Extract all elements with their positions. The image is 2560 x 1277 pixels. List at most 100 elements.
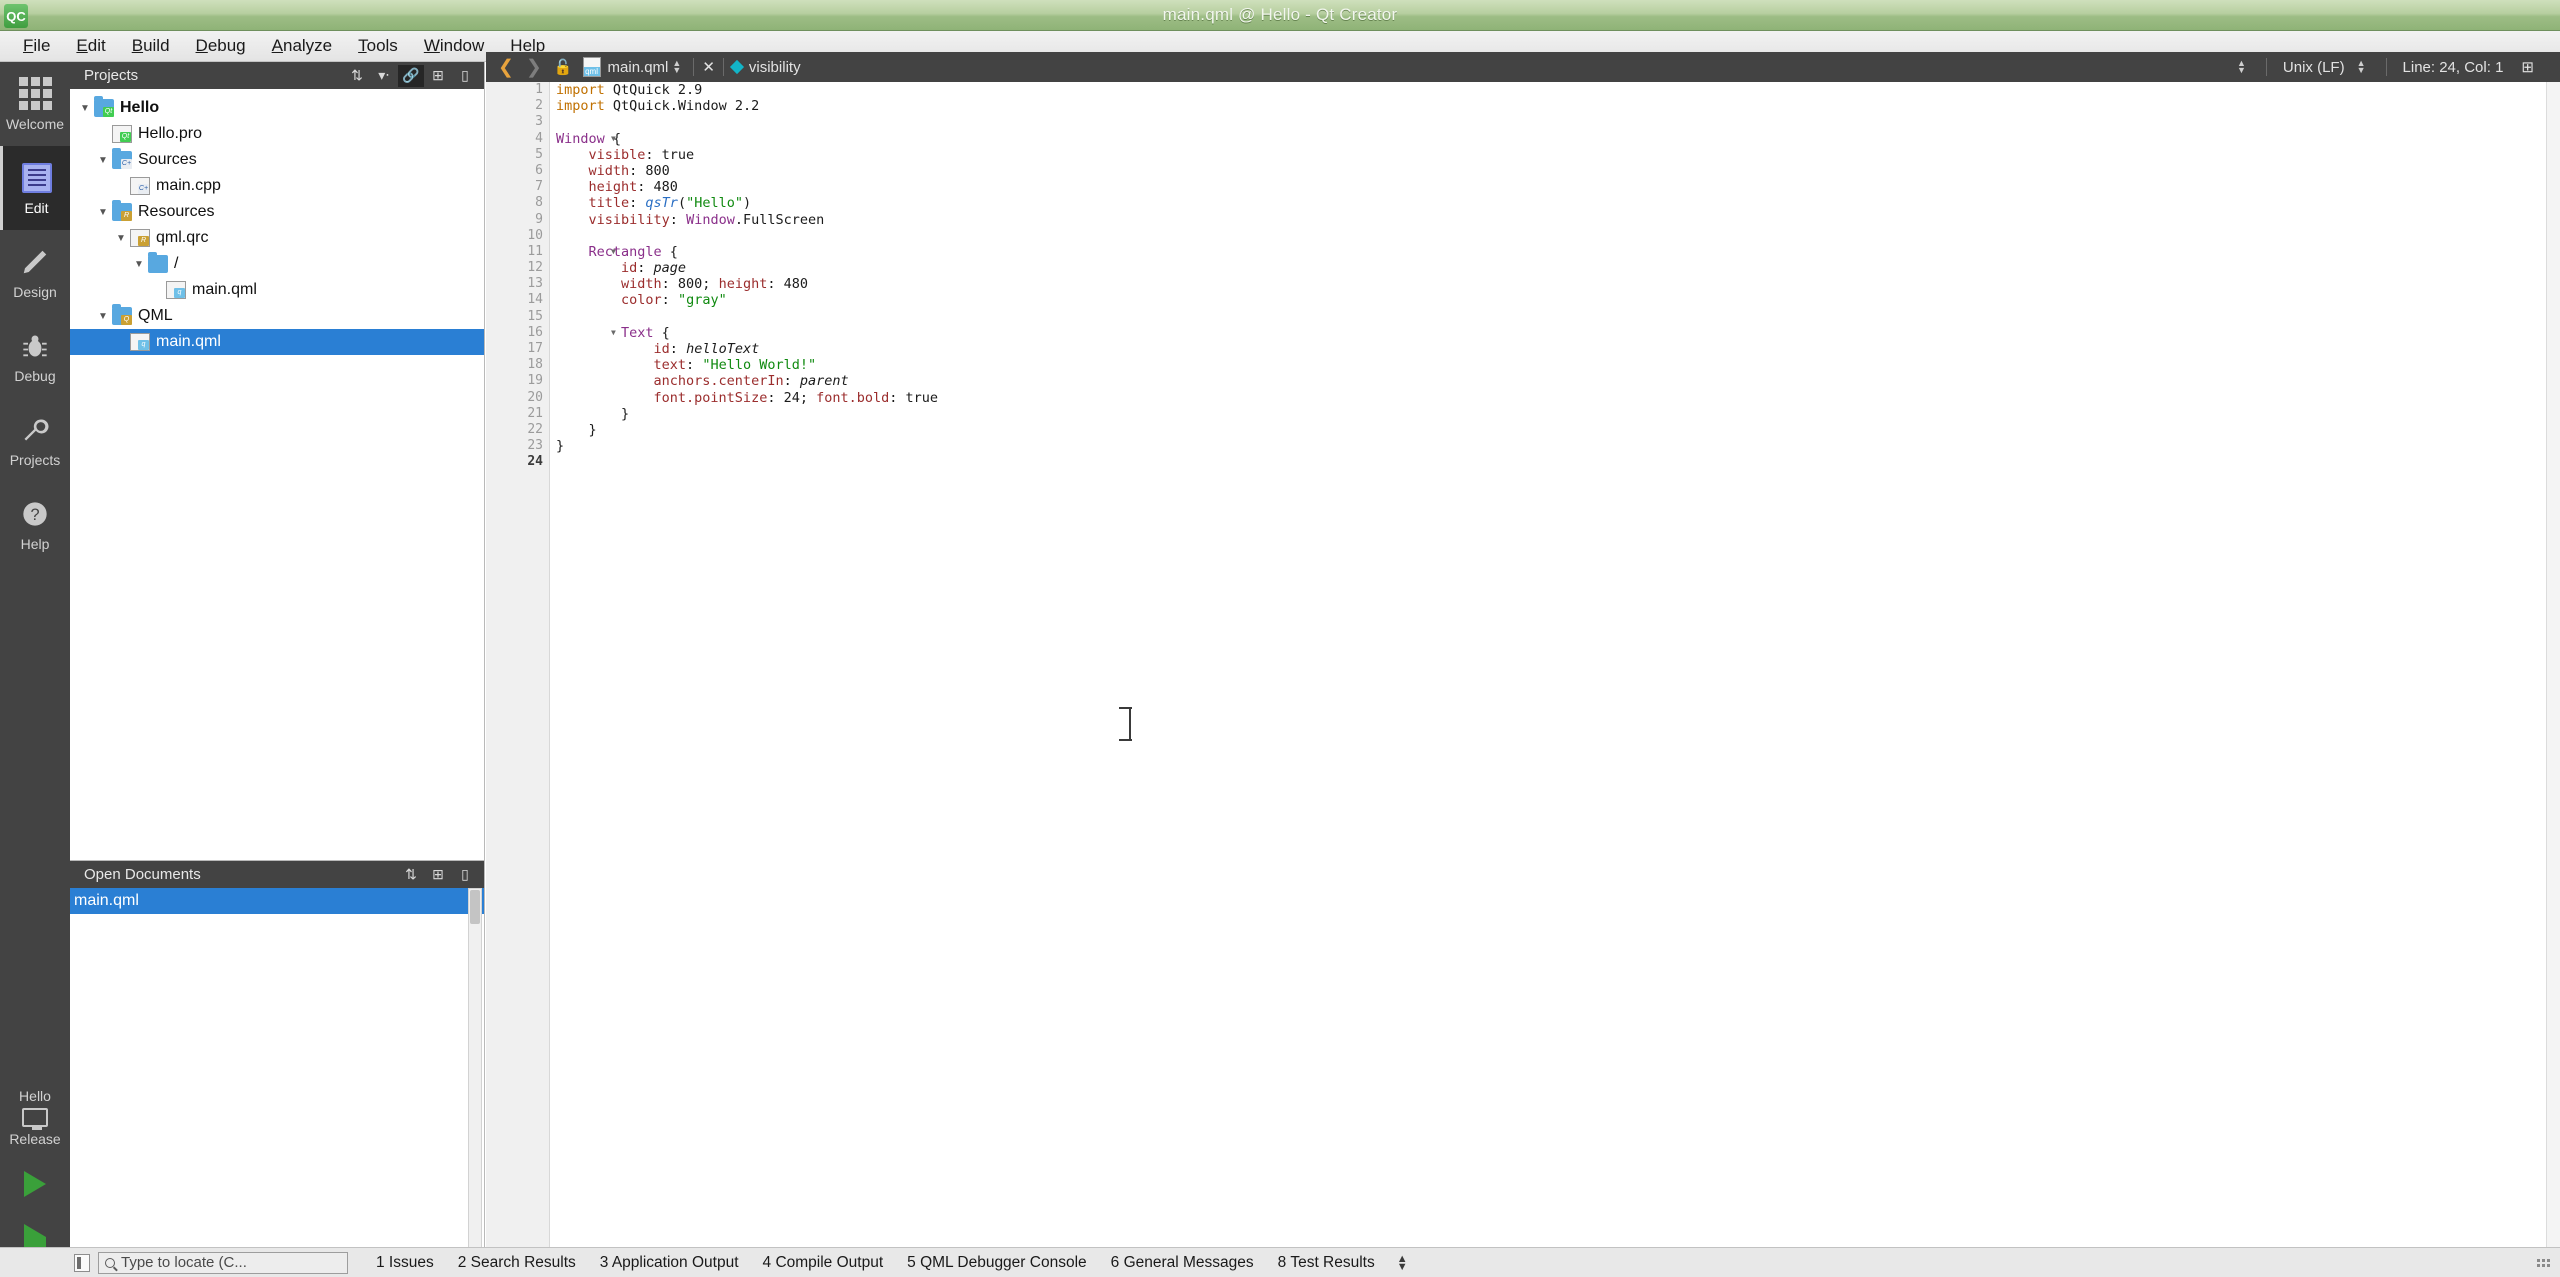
output-pane-general-messages[interactable]: 6 General Messages bbox=[1099, 1254, 1266, 1271]
tree-item-resources[interactable]: ▼ R Resources bbox=[70, 199, 484, 225]
code-line[interactable]: anchors.centerIn: parent bbox=[556, 373, 2560, 389]
output-pane-application-output[interactable]: 3 Application Output bbox=[588, 1254, 751, 1271]
fold-marker-icon[interactable]: ▼ bbox=[611, 325, 616, 341]
chevron-down-icon[interactable]: ▼ bbox=[94, 207, 112, 218]
filter-icon[interactable]: ▾‧ bbox=[371, 65, 397, 87]
code-token: font.pointSize bbox=[556, 389, 768, 406]
fold-marker-icon[interactable]: ▼ bbox=[611, 131, 616, 147]
open-documents-scrollbar[interactable] bbox=[468, 888, 482, 1255]
chevron-down-icon[interactable]: ▼ bbox=[94, 311, 112, 322]
mode-edit[interactable]: Edit bbox=[0, 146, 70, 230]
menu-window[interactable]: Window bbox=[411, 33, 497, 59]
code-line[interactable]: } bbox=[556, 406, 2560, 422]
kit-selector[interactable]: Hello Release bbox=[0, 1082, 70, 1153]
menu-build[interactable]: Build bbox=[119, 33, 183, 59]
encoding-dropdown-icon[interactable]: ▲ ▼ bbox=[2357, 59, 2366, 75]
go-forward-icon[interactable]: ❯ bbox=[520, 56, 548, 79]
code-line[interactable] bbox=[556, 114, 2560, 130]
line-ending-label[interactable]: Unix (LF) bbox=[2283, 59, 2345, 76]
code-line[interactable]: Window {▼ bbox=[556, 131, 2560, 147]
code-content[interactable]: import QtQuick 2.9 import QtQuick.Window … bbox=[556, 82, 2560, 471]
code-line[interactable] bbox=[556, 454, 2560, 470]
editor-filename[interactable]: main.qml bbox=[608, 59, 669, 76]
minimize-icon[interactable]: ▯ bbox=[452, 864, 478, 886]
code-line[interactable]: id: page bbox=[556, 260, 2560, 276]
mode-help[interactable]: ? Help bbox=[0, 482, 70, 566]
split-editor-icon[interactable]: ⊞ bbox=[2511, 58, 2544, 76]
code-line[interactable]: title: qsTr("Hello") bbox=[556, 195, 2560, 211]
code-line[interactable]: import QtQuick.Window 2.2 bbox=[556, 98, 2560, 114]
tree-item-qml[interactable]: ▼ Q QML bbox=[70, 303, 484, 329]
code-editor[interactable]: 1 2 3 4 5 6 7 8 9 10 11 12 13 14 15 16 17 18 19 20 21 22 23 24 … bbox=[486, 82, 2560, 1258]
output-pane-test-results[interactable]: 8 Test Results bbox=[1266, 1254, 1387, 1271]
unlocked-icon[interactable]: 🔓 bbox=[548, 58, 583, 76]
code-line[interactable]: Rectangle {▼ bbox=[556, 244, 2560, 260]
code-line[interactable]: font.pointSize: 24; font.bold: true bbox=[556, 390, 2560, 406]
tree-item-hellopro[interactable]: ▼Qt Hello.pro bbox=[70, 121, 484, 147]
open-document-item[interactable]: main.qml bbox=[70, 888, 484, 914]
close-editor-icon[interactable]: ✕ bbox=[702, 58, 715, 76]
split-icon[interactable]: ⊞ bbox=[425, 65, 451, 87]
symbol-name[interactable]: visibility bbox=[749, 59, 801, 76]
output-pane-dropdown-icon[interactable]: ▲ ▼ bbox=[1387, 1253, 1418, 1272]
tree-item-hello[interactable]: ▼ Qt Hello bbox=[70, 95, 484, 121]
fold-marker-icon[interactable]: ▼ bbox=[611, 244, 616, 260]
code-token: : true bbox=[889, 389, 939, 406]
chevron-down-icon[interactable]: ▼ bbox=[130, 259, 148, 270]
link-icon[interactable]: 🔗 bbox=[398, 64, 424, 87]
sort-chevrons-icon[interactable]: ⇅ bbox=[398, 864, 424, 886]
output-pane-search-results[interactable]: 2 Search Results bbox=[446, 1254, 588, 1271]
sort-chevrons-icon[interactable]: ⇅ bbox=[344, 65, 370, 87]
code-line[interactable]: width: 800; height: 480 bbox=[556, 276, 2560, 292]
locator-input[interactable]: Type to locate (C... bbox=[98, 1251, 348, 1274]
chevron-down-icon[interactable]: ▼ bbox=[76, 103, 94, 114]
tree-item-mainqml[interactable]: ▼q main.qml bbox=[70, 329, 484, 355]
output-pane-qml-debugger-console[interactable]: 5 QML Debugger Console bbox=[895, 1254, 1099, 1271]
code-line[interactable]: text: "Hello World!" bbox=[556, 357, 2560, 373]
code-token: width bbox=[556, 276, 662, 293]
tree-item-[interactable]: ▼ / bbox=[70, 251, 484, 277]
code-token: "Hello World!" bbox=[702, 357, 817, 374]
code-line[interactable]: color: "gray" bbox=[556, 292, 2560, 308]
tree-item-maincpp[interactable]: ▼C+ main.cpp bbox=[70, 173, 484, 199]
run-button[interactable] bbox=[0, 1153, 70, 1215]
tree-item-mainqml[interactable]: ▼q main.qml bbox=[70, 277, 484, 303]
chevron-down-icon[interactable]: ▼ bbox=[112, 233, 130, 244]
tree-item-sources[interactable]: ▼ C+ Sources bbox=[70, 147, 484, 173]
sidebar-toggle-icon[interactable] bbox=[74, 1253, 90, 1272]
mode-design[interactable]: Design bbox=[0, 230, 70, 314]
scrollbar-thumb[interactable] bbox=[470, 890, 480, 924]
output-pane-issues[interactable]: 1 Issues bbox=[364, 1254, 446, 1271]
go-back-icon[interactable]: ❮ bbox=[492, 56, 520, 79]
minimize-icon[interactable]: ▯ bbox=[452, 65, 478, 87]
editor-scrollbar[interactable] bbox=[2546, 82, 2560, 1258]
output-pane-compile-output[interactable]: 4 Compile Output bbox=[751, 1254, 896, 1271]
code-line[interactable]: } bbox=[556, 438, 2560, 454]
line-ending-dropdown-icon[interactable]: ▲ ▼ bbox=[2237, 59, 2246, 75]
mode-welcome[interactable]: Welcome bbox=[0, 62, 70, 146]
mode-debug[interactable]: Debug bbox=[0, 314, 70, 398]
code-line[interactable]: id: helloText bbox=[556, 341, 2560, 357]
code-line[interactable]: height: 480 bbox=[556, 179, 2560, 195]
tree-item-qmlqrc[interactable]: ▼ Rqml.qrc bbox=[70, 225, 484, 251]
code-line[interactable] bbox=[556, 228, 2560, 244]
mode-projects[interactable]: Projects bbox=[0, 398, 70, 482]
menu-edit[interactable]: Edit bbox=[63, 33, 118, 59]
code-line[interactable]: } bbox=[556, 422, 2560, 438]
code-line[interactable]: Text {▼ bbox=[556, 325, 2560, 341]
menu-file[interactable]: File bbox=[10, 33, 63, 59]
chevron-down-icon[interactable]: ▼ bbox=[94, 155, 112, 166]
code-line[interactable] bbox=[556, 309, 2560, 325]
menu-analyze[interactable]: Analyze bbox=[259, 33, 345, 59]
line-number: 15 bbox=[527, 308, 543, 324]
menu-debug[interactable]: Debug bbox=[183, 33, 259, 59]
menu-tools[interactable]: Tools bbox=[345, 33, 411, 59]
code-line[interactable]: visible: true bbox=[556, 147, 2560, 163]
code-line[interactable]: width: 800 bbox=[556, 163, 2560, 179]
line-number: 8 bbox=[535, 195, 543, 211]
code-line[interactable]: import QtQuick 2.9 bbox=[556, 82, 2560, 98]
file-dropdown-icon[interactable]: ▲ ▼ bbox=[672, 59, 681, 75]
split-icon[interactable]: ⊞ bbox=[425, 864, 451, 886]
code-line[interactable]: visibility: Window.FullScreen bbox=[556, 212, 2560, 228]
tree-item-label: main.qml bbox=[156, 333, 221, 350]
